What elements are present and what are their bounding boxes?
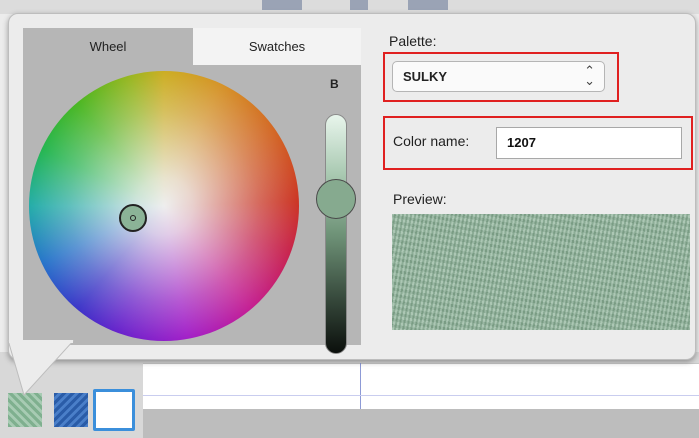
color-wheel-marker[interactable] (119, 204, 147, 232)
background-toolbar-item (262, 0, 302, 10)
palette-highlight (383, 52, 619, 102)
color-picker-popover: Wheel Swatches B Palette: SULKY ⌃ ⌄ Color… (8, 13, 696, 360)
canvas-guide-vertical (360, 363, 361, 409)
canvas-scrollbar-area (143, 409, 699, 438)
tab-wheel[interactable]: Wheel (23, 28, 193, 65)
color-wheel[interactable] (29, 71, 299, 341)
background-toolbar-item (350, 0, 368, 10)
tab-swatches[interactable]: Swatches (193, 28, 361, 65)
design-canvas[interactable] (143, 363, 699, 410)
thread-preview (392, 214, 690, 330)
brightness-slider-label: B (330, 77, 339, 91)
swatch-selected-empty[interactable] (93, 389, 135, 431)
background-toolbar (0, 0, 699, 14)
preview-label: Preview: (393, 191, 447, 207)
canvas-guide-horizontal (143, 395, 699, 396)
color-name-highlight (383, 116, 693, 170)
brightness-slider[interactable] (325, 114, 347, 354)
palette-label: Palette: (389, 33, 437, 49)
background-toolbar-item (408, 0, 448, 10)
brightness-slider-thumb[interactable] (316, 179, 356, 219)
